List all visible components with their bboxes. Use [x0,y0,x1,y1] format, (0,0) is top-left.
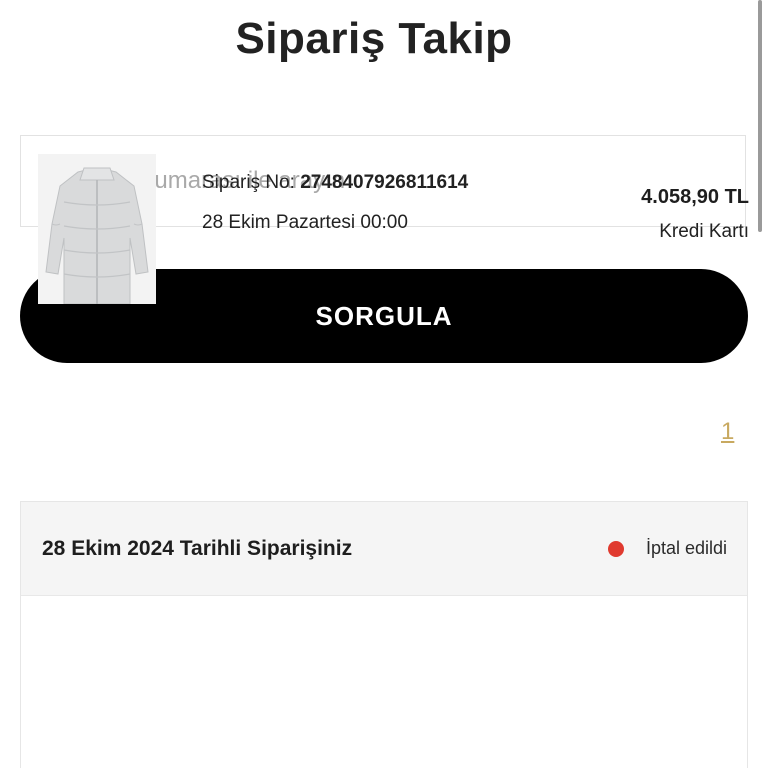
order-number-line: Sipariş No: 2748407926811614 [202,172,468,194]
product-thumbnail[interactable] [38,154,156,304]
status-text: İptal edildi [645,538,727,558]
order-tracking-page: Sipariş Takip SORGULA 1 28 Ekim 2024 Tar… [0,0,768,768]
order-meta: Sipariş No: 2748407926811614 28 Ekim Paz… [202,172,468,234]
scrollbar[interactable] [758,0,762,232]
pagination-page-link[interactable]: 1 [721,418,734,446]
order-number-value: 2748407926811614 [300,172,469,193]
page-title: Sipariş Takip [235,14,513,63]
order-price: 4.058,90 TL [641,186,749,208]
order-datetime: 28 Ekim Pazartesi 00:00 [202,212,408,233]
puffer-jacket-icon [38,154,156,304]
order-status: İptal edildi [607,538,727,559]
order-header: 28 Ekim 2024 Tarihli Siparişiniz İptal e… [21,502,747,596]
order-number-label: Sipariş No: [202,172,295,193]
order-date-title: 28 Ekim 2024 Tarihli Siparişiniz [42,536,353,560]
payment-method: Kredi Kartı [659,221,749,242]
order-card: 28 Ekim 2024 Tarihli Siparişiniz İptal e… [20,501,748,768]
status-dot-icon [607,540,624,557]
order-price-column: 4.058,90 TL Kredi Kartı [641,186,749,243]
